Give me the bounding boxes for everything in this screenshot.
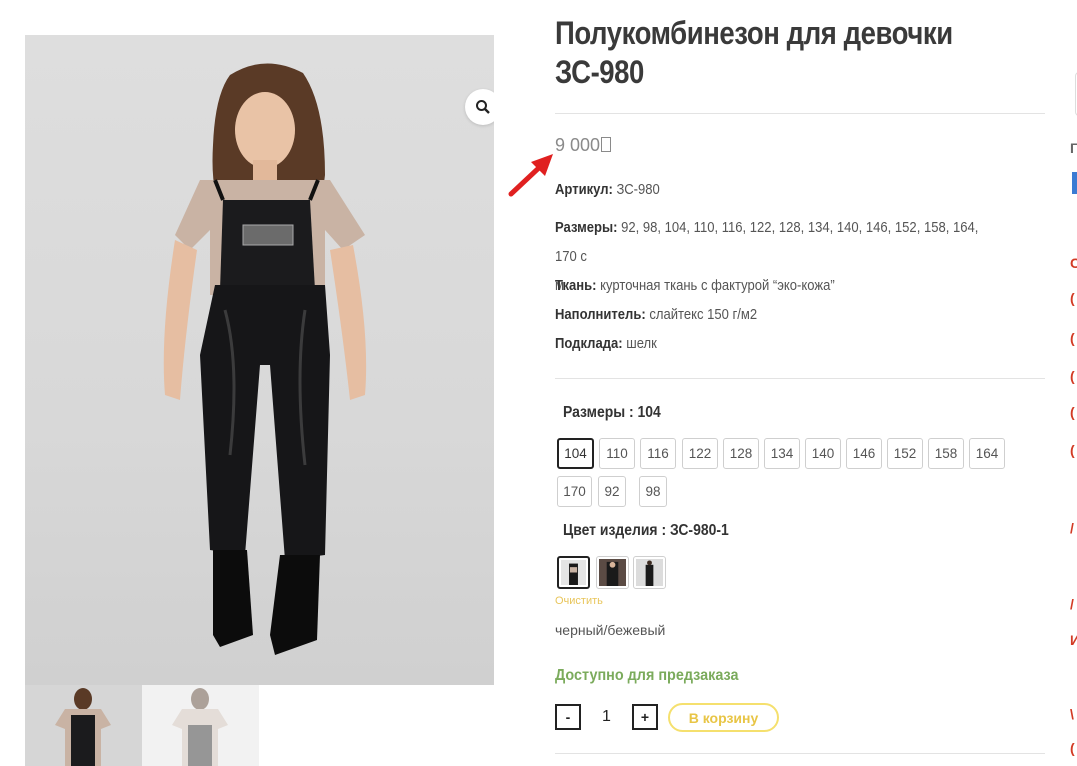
divider <box>555 753 1045 754</box>
spec-label: Ткань: <box>555 278 597 294</box>
product-main-image[interactable] <box>25 35 494 685</box>
sidebar-text-fragment: / <box>1070 596 1074 612</box>
thumbnail-image <box>55 688 111 766</box>
availability-status: Доступно для предзаказа <box>555 667 739 684</box>
size-option-158[interactable]: 158 <box>928 438 964 469</box>
model-photo <box>163 63 367 655</box>
color-swatch-2[interactable] <box>596 556 629 589</box>
product-price: 9 000 <box>555 135 612 156</box>
swatch-image <box>636 559 663 586</box>
spec-fabric: Ткань: курточная ткань с фактурой “эко-к… <box>555 272 996 301</box>
zoom-button[interactable] <box>465 89 494 125</box>
spec-label: Подклада: <box>555 336 623 352</box>
size-option-116[interactable]: 116 <box>640 438 676 469</box>
size-option-98[interactable]: 98 <box>639 476 667 507</box>
gallery-thumbnail-2[interactable] <box>142 685 259 766</box>
sidebar-clipped: Г С ( ( ( ( ( / / И \ ( <box>1064 0 1077 766</box>
thumbnail-image <box>172 688 228 766</box>
size-option-104[interactable]: 104 <box>557 438 594 469</box>
divider <box>555 378 1045 379</box>
red-arrow-icon <box>508 154 553 197</box>
size-option-134[interactable]: 134 <box>764 438 800 469</box>
spec-fabric-group: Ткань: курточная ткань с фактурой “эко-к… <box>555 272 996 359</box>
spec-value: 92, 98, 104, 110, 116, 122, 128, 134, 14… <box>555 220 979 265</box>
sidebar-text-fragment: ( <box>1070 740 1075 756</box>
product-title-line-1: Полукомбинезон для девочки <box>555 15 953 51</box>
swatch-image <box>599 559 626 586</box>
add-to-cart-button[interactable]: В корзину <box>668 703 779 732</box>
product-title-line-2: ЗС-980 <box>555 54 644 90</box>
size-option-122[interactable]: 122 <box>682 438 718 469</box>
size-option-164[interactable]: 164 <box>969 438 1005 469</box>
sidebar-text-fragment: Г <box>1070 140 1077 156</box>
color-selection-label: Цвет изделия : ЗС-980-1 <box>563 522 729 539</box>
quantity-increase-button[interactable]: + <box>632 704 658 730</box>
spec-label: Наполнитель: <box>555 307 646 323</box>
sidebar-text-fragment: \ <box>1070 706 1074 722</box>
quantity-input[interactable] <box>583 704 630 730</box>
divider <box>555 113 1045 114</box>
size-option-146[interactable]: 146 <box>846 438 882 469</box>
spec-article: Артикул: ЗС-980 <box>555 176 996 205</box>
gallery-thumbnail-1[interactable] <box>25 685 142 766</box>
color-swatch-1[interactable] <box>557 556 590 589</box>
sidebar-text-fragment: ( <box>1070 404 1075 420</box>
spec-value: курточная ткань с фактурой “эко-кожа” <box>600 278 835 294</box>
selected-color-value: черный/бежевый <box>555 622 666 638</box>
sidebar-text-fragment: С <box>1070 255 1077 271</box>
size-selection-label: Размеры : 104 <box>563 404 661 421</box>
spec-value: слайтекс 150 г/м2 <box>649 307 758 323</box>
magnifier-icon <box>476 100 490 114</box>
size-option-140[interactable]: 140 <box>805 438 841 469</box>
sidebar-blue-mark <box>1072 172 1077 194</box>
spec-label: Артикул: <box>555 182 613 198</box>
product-specs: Артикул: ЗС-980 <box>555 176 996 205</box>
currency-glyph-icon <box>601 137 612 152</box>
spec-lining: Подклада: шелк <box>555 330 996 359</box>
size-option-110[interactable]: 110 <box>599 438 635 469</box>
sidebar-text-fragment: И <box>1070 632 1077 648</box>
color-swatch-3[interactable] <box>633 556 666 589</box>
sidebar-text-fragment: ( <box>1070 330 1075 346</box>
sidebar-text-fragment: / <box>1070 520 1074 536</box>
quantity-decrease-button[interactable]: - <box>555 704 581 730</box>
spec-label: Размеры: <box>555 220 618 236</box>
swatch-image <box>561 560 586 585</box>
product-title: Полукомбинезон для девочки ЗС-980 <box>555 14 968 92</box>
size-option-170[interactable]: 170 <box>557 476 592 507</box>
size-option-128[interactable]: 128 <box>723 438 759 469</box>
clear-selection-link[interactable]: Очистить <box>555 595 603 607</box>
size-option-92[interactable]: 92 <box>598 476 626 507</box>
sidebar-text-fragment: ( <box>1070 442 1075 458</box>
price-amount: 9 000 <box>555 135 601 155</box>
size-option-152[interactable]: 152 <box>887 438 923 469</box>
spec-value: шелк <box>626 336 657 352</box>
spec-filler: Наполнитель: слайтекс 150 г/м2 <box>555 301 996 330</box>
spec-value: ЗС-980 <box>616 182 660 198</box>
sidebar-text-fragment: ( <box>1070 290 1075 306</box>
sidebar-text-fragment: ( <box>1070 368 1075 384</box>
